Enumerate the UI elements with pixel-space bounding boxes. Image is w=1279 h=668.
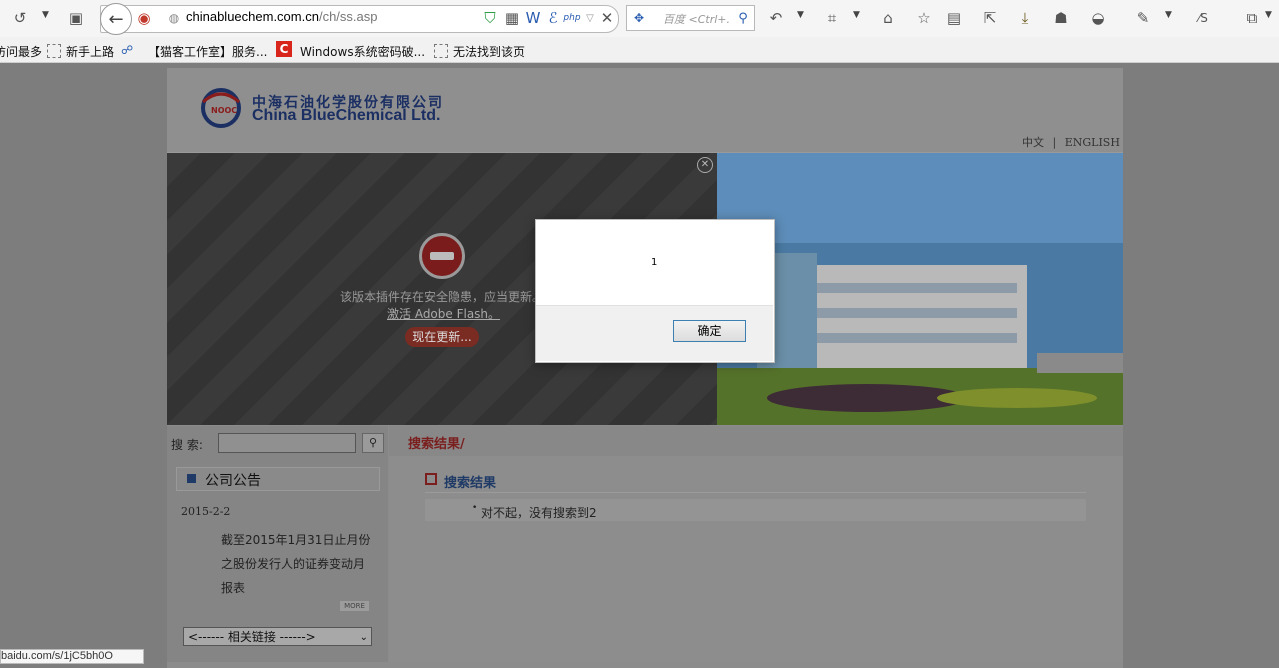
result-icon bbox=[425, 473, 437, 485]
tools-dropdown-icon[interactable]: ▼ bbox=[1165, 10, 1172, 20]
history-dropdown-icon[interactable]: ▼ bbox=[42, 10, 49, 20]
undo-icon[interactable]: ↶ bbox=[766, 8, 786, 28]
download-icon[interactable]: ⤓ bbox=[1015, 8, 1035, 28]
tools-icon[interactable]: ✎ bbox=[1133, 8, 1153, 28]
window-dropdown-icon[interactable]: ▼ bbox=[1265, 10, 1272, 20]
related-links-value: <------ 相关链接 ------> bbox=[188, 630, 316, 644]
browser-toolbar: ↺ ▼ ▣ ← ◉ ◍ chinabluechem.com.cn/ch/ss.a… bbox=[0, 0, 1279, 38]
close-icon[interactable]: ✕ bbox=[597, 8, 617, 28]
bookmark-getting-started[interactable]: 新手上路 bbox=[66, 43, 114, 60]
lang-separator: | bbox=[1052, 136, 1057, 149]
window-icon[interactable]: ⧉ bbox=[1242, 8, 1262, 28]
ok-button[interactable]: 确定 bbox=[673, 320, 746, 342]
building-photo bbox=[717, 153, 1123, 425]
logo-english-text: China BlueChemical Ltd. bbox=[252, 107, 441, 124]
addon-icon[interactable]: ◒ bbox=[1088, 8, 1108, 28]
building-illustration bbox=[717, 153, 1123, 425]
history-icon[interactable]: ↺ bbox=[10, 8, 30, 28]
notice-date: 2015-2-2 bbox=[181, 505, 231, 518]
bullet-icon bbox=[187, 474, 196, 483]
notice-title: 公司公告 bbox=[205, 473, 261, 489]
breadcrumb: 搜索结果/ bbox=[408, 437, 465, 452]
tab-list-icon[interactable]: ▣ bbox=[66, 8, 86, 28]
page-icon bbox=[434, 44, 448, 58]
activate-flash-link[interactable]: 激活 Adobe Flash。 bbox=[387, 305, 500, 322]
result-text: 对不起，没有搜索到2 bbox=[481, 506, 597, 520]
search-icon[interactable]: ⚲ bbox=[733, 8, 753, 28]
url-host: chinabluechem.com.cn bbox=[186, 9, 319, 24]
lang-chinese-link[interactable]: 中文 bbox=[1022, 136, 1044, 149]
crop-dropdown-icon[interactable]: ▼ bbox=[853, 10, 860, 20]
share-icon[interactable]: ⇱ bbox=[980, 8, 1000, 28]
php-icon[interactable]: php bbox=[562, 8, 582, 28]
site-search-label: 搜 索: bbox=[171, 438, 203, 452]
flash-warning-text: 该版本插件存在安全隐患，应当更新。 bbox=[340, 290, 545, 304]
link-icon: ☍ bbox=[121, 43, 134, 57]
update-now-button[interactable]: 现在更新... bbox=[405, 327, 479, 347]
ie-icon[interactable]: ℰ bbox=[543, 8, 563, 28]
blocked-plugin-icon bbox=[419, 233, 465, 279]
alert-message: 1 bbox=[651, 257, 658, 268]
result-title: 搜索结果 bbox=[444, 476, 497, 491]
site-search-input[interactable] bbox=[218, 433, 356, 453]
breadcrumb-bar bbox=[389, 426, 1123, 456]
home-icon[interactable]: ⌂ bbox=[878, 8, 898, 28]
bookmark-page-not-found[interactable]: 无法找到该页 bbox=[453, 43, 525, 60]
baidu-icon[interactable]: ✥ bbox=[629, 8, 649, 28]
site-search-button[interactable]: ⚲ bbox=[362, 433, 384, 453]
reading-list-icon[interactable]: ▤ bbox=[944, 8, 964, 28]
crop-icon[interactable]: ⌗ bbox=[822, 8, 842, 28]
site-icon: ◉ bbox=[137, 9, 151, 27]
star-icon[interactable]: ☆ bbox=[914, 8, 934, 28]
search-placeholder: 百度 <Ctrl+. bbox=[663, 13, 730, 26]
language-switch: 中文 | ENGLISH bbox=[1022, 134, 1120, 150]
back-button[interactable]: ← bbox=[100, 3, 132, 35]
vs-icon[interactable]: ⁄S bbox=[1193, 8, 1213, 28]
divider bbox=[425, 492, 1086, 493]
globe-icon: ◍ bbox=[168, 11, 180, 25]
shield-icon[interactable]: ⛉ bbox=[480, 8, 500, 28]
chevron-down-icon: ⌄ bbox=[359, 632, 368, 643]
lang-english-link[interactable]: ENGLISH bbox=[1065, 136, 1120, 149]
related-links-select[interactable]: <------ 相关链接 ------> ⌄ bbox=[183, 627, 372, 646]
word-icon[interactable]: W bbox=[523, 8, 543, 28]
main-content bbox=[389, 426, 1123, 662]
notice-link[interactable]: 截至2015年1月31日止月份之股份发行人的证券变动月报表 bbox=[221, 528, 376, 600]
bookmark-maoke[interactable]: 【猫客工作室】服务... bbox=[148, 43, 267, 60]
bookmark-windows-password[interactable]: Windows系统密码破... bbox=[300, 43, 425, 60]
close-icon[interactable]: ✕ bbox=[697, 157, 713, 173]
undo-dropdown-icon[interactable]: ▼ bbox=[797, 10, 804, 20]
bullet-icon: • bbox=[472, 503, 478, 513]
cnooc-logo-icon[interactable]: NOOC bbox=[199, 84, 249, 130]
page-icon bbox=[47, 44, 61, 58]
svg-text:NOOC: NOOC bbox=[211, 106, 237, 115]
user-icon[interactable]: ☗ bbox=[1051, 8, 1071, 28]
qrcode-icon[interactable]: ▦ bbox=[502, 8, 522, 28]
url-text[interactable]: chinabluechem.com.cn/ch/ss.asp bbox=[186, 9, 378, 24]
bookmark-most-visited[interactable]: 访问最多 bbox=[0, 43, 42, 60]
more-button[interactable]: MORE bbox=[340, 601, 369, 611]
c-logo-icon: C bbox=[276, 41, 292, 57]
url-path: /ch/ss.asp bbox=[318, 9, 378, 24]
